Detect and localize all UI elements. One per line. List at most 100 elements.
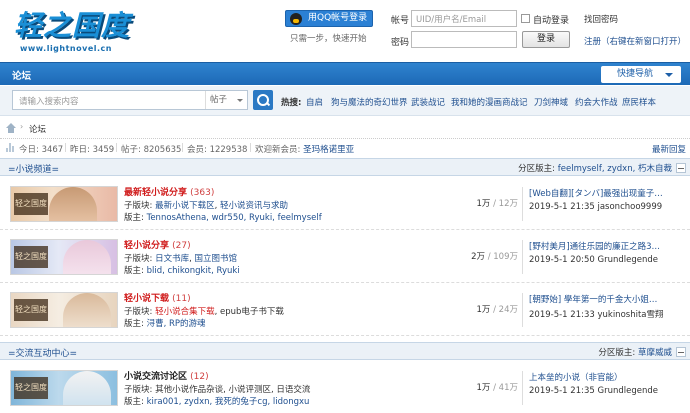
subforum-links[interactable]: 其他小说作品杂谈, 小说评测区, 日语交流 [155,385,310,395]
hot-search-item[interactable]: 狗与魔法的奇幻世界 [331,96,408,108]
hot-search-item[interactable]: 刀剑神域 [534,96,568,108]
collapse-icon[interactable] [676,163,686,173]
hot-search-item[interactable]: 自启 [306,96,323,108]
moderator-links[interactable]: kira001, zydxn, 我死的兔子cg, lidongxu [147,397,310,407]
latest-reply-link[interactable]: 最新回复 [652,143,686,155]
sub-label: 子版块: [124,385,156,395]
forum-thumbnail[interactable]: 轻之国度 [10,292,118,328]
forum-moderators: 版主: blid, chikongkit, Ryuki [124,264,240,276]
forum-thumbnail[interactable]: 轻之国度 [10,186,118,222]
stat-divider: | [181,143,184,153]
post-count: / 12万 [490,199,518,209]
find-password-link[interactable]: 找回密码 [584,13,618,25]
hot-search-item[interactable]: 约会大作战 [575,96,618,108]
mod-label: 版主: [124,397,147,407]
last-post-title[interactable]: [朝野始] 學年第一的千金大小姐… [529,293,687,305]
search-bar: 请输入搜索内容 帖子 热搜: 自启 狗与魔法的奇幻世界 武装战记 我和她的漫画商… [0,86,690,116]
mods-label: 分区版主: [598,348,638,358]
collapse-icon[interactable] [676,347,686,357]
stats-chart-icon [6,143,15,152]
stat-members: 会员: 1229538 [187,145,248,155]
thread-count: 2万 [471,252,485,262]
subforum-link[interactable]: 最新小说下载区 [155,201,215,211]
register-link[interactable]: 注册（右键在新窗口打开） [584,35,686,47]
hot-search-item[interactable]: 武装战记 [411,96,445,108]
stat-yesterday: 昨日: 3459 [70,145,115,155]
forum-moderators: 版主: TennosAthena, wdr550, Ryuki, feelmys… [124,211,322,223]
mod-label: 版主: [124,319,147,329]
forum-subforums: 子版块: 日文书库, 国立图书馆 [124,254,238,264]
divider [522,187,523,221]
search-type-select[interactable]: 帖子 [205,91,247,109]
subforum-link-extra[interactable]: , epub电子书下载 [215,307,284,317]
forum-stats-count: 2万 / 109万 [440,250,518,262]
logo-text: 轻之国度 [14,9,131,42]
password-label: 密码 [391,38,410,48]
post-count: / 109万 [485,252,518,262]
section-title[interactable]: =交流互动中心= [8,346,77,359]
search-button[interactable] [253,90,273,110]
welcome-user-link[interactable]: 圣玛格诺里亚 [303,145,354,155]
post-count: / 41万 [490,383,518,393]
stat-divider: | [64,143,67,153]
breadcrumb-current[interactable]: 论坛 [29,123,46,135]
section-title[interactable]: =小说频道= [8,162,59,175]
sub-label: 子版块: [124,201,156,211]
qq-login-button[interactable]: 用QQ帐号登录 [285,10,373,27]
forum-thumbnail[interactable]: 轻之国度 [10,370,118,406]
stat-divider: | [249,143,252,153]
section-moderators: 分区版主: feelmyself, zydxn, 朽木自裁 [518,162,672,174]
quick-nav-dropdown[interactable]: 快捷导航 [601,66,681,83]
last-post-title[interactable]: [野村美月]通往乐园的廉正之路3… [529,240,687,252]
subforum-link[interactable]: 轻小说合集下载 [155,307,215,317]
divider [522,371,523,405]
stat-divider: | [115,143,118,153]
divider [522,293,523,327]
forum-row: 轻之国度 轻小说分享 (27) 子版块: 日文书库, 国立图书馆 版主: bli… [0,230,690,283]
forum-title[interactable]: 轻小说分享 (27) [124,238,191,251]
breadcrumb: › 论坛 [0,118,690,138]
mods-list[interactable]: 草摩威威 [638,348,672,358]
last-post-meta: 2019-5-1 21:35 jasonchoo9999 [529,202,663,212]
account-input[interactable]: UID/用户名/Email [411,10,517,27]
forum-moderators: 版主: 浔曹, RP的游魂 [124,317,206,329]
hot-search-item[interactable]: 我和她的漫画商战记 [451,96,528,108]
forum-stats-count: 1万 / 41万 [440,381,518,393]
last-post-title[interactable]: [Web自翻][タンバ]最强出现童子… [529,187,687,199]
forum-title[interactable]: 最新轻小说分享 (363) [124,185,214,198]
thread-count: 1万 [476,383,491,393]
forum-subforums: 子版块: 最新小说下载区, 轻小说资讯与求助 [124,201,289,211]
sub-label: 子版块: [124,307,156,317]
forum-title-text: 轻小说分享 [124,241,170,251]
last-post-title[interactable]: 上本垒的小说（非官能） [529,371,687,383]
forum-subforums: 子版块: 其他小说作品杂谈, 小说评测区, 日语交流 [124,383,310,395]
site-logo[interactable]: 轻之国度 www.lightnovel.cn [6,4,134,54]
password-input[interactable] [411,31,517,48]
moderator-links[interactable]: 浔曹, RP的游魂 [147,319,206,329]
nav-tab-forum[interactable]: 论坛 [12,68,31,82]
section-header-community: =交流互动中心= 分区版主: 草摩威威 [0,342,690,360]
auto-login-checkbox[interactable] [521,14,530,23]
qq-login-label: 用QQ帐号登录 [308,13,368,23]
last-post-meta: 2019-5-1 20:50 Grundlegende [529,255,658,265]
qq-icon [290,13,302,25]
mods-list[interactable]: feelmyself, zydxn, 朽木自裁 [558,164,672,174]
forum-count: (27) [172,241,191,251]
moderator-links[interactable]: TennosAthena, wdr550, Ryuki, feelmyself [147,213,322,223]
login-button[interactable]: 登录 [522,31,570,48]
thread-count: 1万 [476,199,491,209]
forum-subforums: 子版块: 轻小说合集下载, epub电子书下载 [124,305,284,317]
forum-count: (363) [190,188,215,198]
hot-search-item[interactable]: 庶民样本 [622,96,656,108]
forum-title[interactable]: 小说交流讨论区 (12) [124,369,209,382]
forum-stats: 今日: 3467 | 昨日: 3459 | 帖子: 8205635 | 会员: … [0,138,690,155]
subforum-link[interactable]: 国立图书馆 [195,254,238,264]
subforum-link[interactable]: 日文书库 [155,254,189,264]
subforum-link[interactable]: 轻小说资讯与求助 [220,201,288,211]
stat-posts: 帖子: 8205635 [121,145,182,155]
forum-count: (12) [190,372,209,382]
forum-title[interactable]: 轻小说下载 (11) [124,291,191,304]
moderator-links[interactable]: blid, chikongkit, Ryuki [147,266,240,276]
forum-thumbnail[interactable]: 轻之国度 [10,239,118,275]
home-icon[interactable] [6,123,16,133]
